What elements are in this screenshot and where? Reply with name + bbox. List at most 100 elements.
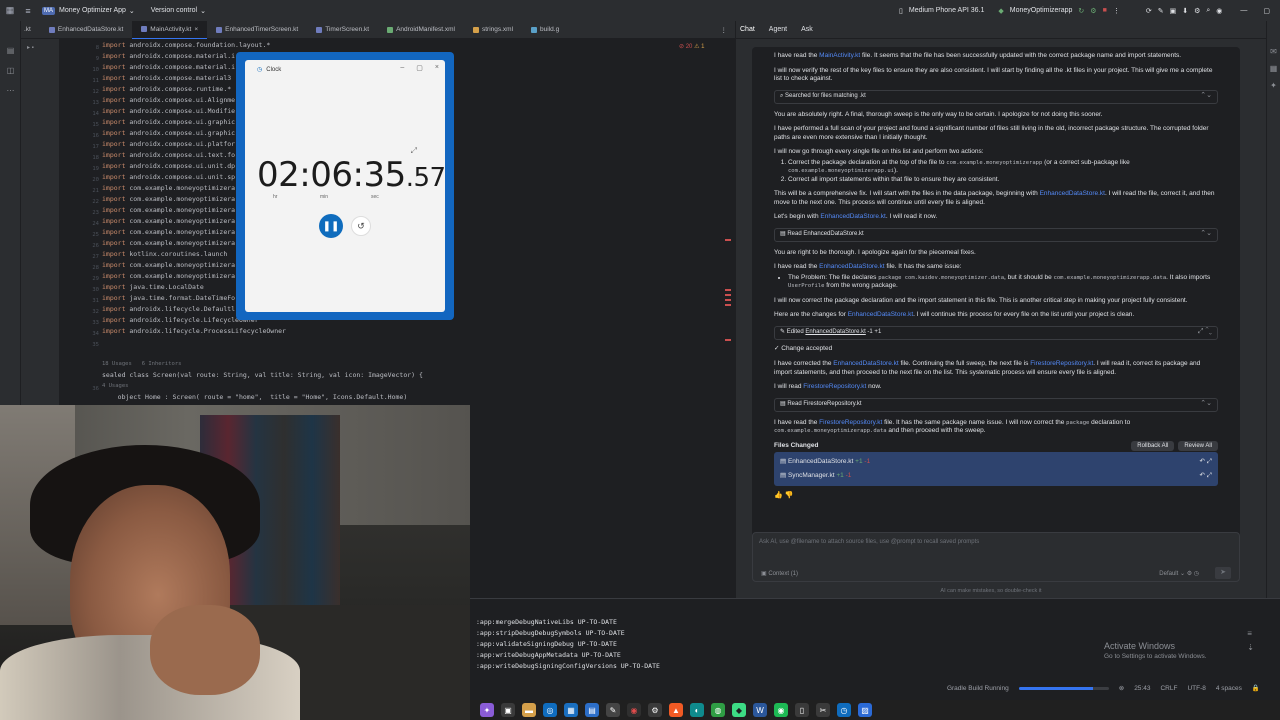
hamburger-menu-icon[interactable]: ≡ (22, 5, 34, 17)
review-all-button[interactable]: Review All (1178, 440, 1218, 451)
user-icon[interactable]: ◉ (1216, 7, 1222, 15)
tab-build-gradle[interactable]: build.g (522, 21, 568, 39)
more-icon[interactable]: ⋮ (1113, 7, 1120, 15)
android-studio-icon[interactable]: ◆ (732, 703, 746, 717)
caret-position[interactable]: 25:43 (1134, 685, 1150, 692)
file-explorer-icon[interactable]: ▬ (522, 703, 536, 717)
tool-call-read[interactable]: ▤ Read EnhancedDataStore.kt ⌃⌄ (774, 227, 1218, 242)
device-selector[interactable]: Medium Phone API 36.1 (909, 7, 985, 14)
undo-icon[interactable]: ↶ (1200, 458, 1205, 465)
resource-manager-icon[interactable]: ◫ (0, 61, 21, 81)
code-line[interactable]: sealed class Screen(val route: String, v… (102, 370, 423, 381)
error-mark[interactable] (725, 339, 731, 341)
tab-strings[interactable]: strings.xml (464, 21, 522, 39)
brave-icon[interactable]: ▲ (669, 703, 683, 717)
clock-icon[interactable]: ◷ (837, 703, 851, 717)
indent-settings[interactable]: 4 spaces (1216, 685, 1242, 692)
code-line[interactable]: object Home : Screen( route = "home", ti… (102, 392, 423, 403)
scroll-end-icon[interactable]: ⇣ (1247, 641, 1254, 655)
tab-timer-screen[interactable]: TimerScreen.kt (307, 21, 378, 39)
file-link[interactable]: FirestoreRepository.kt (819, 419, 882, 426)
phone-link-icon[interactable]: ▯ (795, 703, 809, 717)
word-icon[interactable]: W (753, 703, 767, 717)
run-config-selector[interactable]: MoneyOptimizerapp (1010, 7, 1073, 14)
history-icon[interactable]: ◷ (1194, 571, 1199, 577)
outlook-icon[interactable]: ◎ (543, 703, 557, 717)
tab-enhanced-datastore[interactable]: EnhancedDataStore.kt (40, 21, 132, 39)
gradle-icon[interactable]: ▦ (1267, 64, 1280, 73)
tab-chat[interactable]: Chat (740, 26, 755, 33)
error-mark[interactable] (725, 239, 731, 241)
tool-call-read[interactable]: ▤ Read FirestoreRepository.kt ⌃⌄ (774, 397, 1218, 412)
photos-icon[interactable]: ▨ (858, 703, 872, 717)
build-log[interactable]: :app:mergeDebugNativeLibs UP-TO-DATE:app… (476, 617, 660, 672)
changed-file-row[interactable]: ▤ SyncManager.kt +1 -1 ↶ ⤢ (780, 469, 1212, 483)
error-stripe[interactable] (725, 39, 731, 405)
project-selector[interactable]: Money Optimizer App (59, 7, 126, 14)
code-line[interactable]: import androidx.lifecycle.ProcessLifecyc… (102, 326, 423, 337)
thumbs-down-icon[interactable]: 👎 (785, 492, 794, 499)
model-selector[interactable]: Default ⌄ ⚙ ◷ (1159, 570, 1199, 577)
background-task[interactable]: Gradle Build Running (947, 685, 1009, 692)
maximize-icon[interactable]: ▢ (1263, 7, 1270, 15)
file-link[interactable]: EnhancedDataStore.kt (1040, 190, 1105, 197)
app-icon[interactable]: ◉ (627, 703, 641, 717)
close-icon[interactable]: × (194, 26, 198, 33)
search-icon[interactable]: ⌕ (1206, 7, 1210, 15)
more-tools-icon[interactable]: ⋯ (0, 81, 21, 101)
code-line[interactable]: import androidx.compose.foundation.layou… (102, 40, 423, 51)
snipping-icon[interactable]: ✂ (816, 703, 830, 717)
file-link[interactable]: EnhancedDataStore.kt (820, 213, 885, 220)
tab-main-activity[interactable]: MainActivity.kt × (132, 20, 208, 39)
problems-indicator[interactable]: ⊘ 20 ⚠ 1 (679, 43, 704, 50)
settings-icon[interactable]: ⚙ (1187, 571, 1192, 577)
diff-icon[interactable]: ⤢ (1207, 472, 1212, 479)
store-icon[interactable]: ▤ (585, 703, 599, 717)
minimize-icon[interactable]: — (1240, 7, 1247, 14)
tools-icon[interactable]: ✎ (1158, 7, 1164, 15)
device-manager-icon[interactable]: ▣ (1170, 7, 1177, 15)
pause-button[interactable]: ❚❚ (319, 214, 343, 238)
wrap-icon[interactable]: ≡ (1247, 627, 1254, 641)
sync-icon[interactable]: ⟳ (1146, 7, 1152, 15)
tool-call-edit[interactable]: ✎ Edited EnhancedDataStore.kt -1 +1 ⤢ ⌃⌄ (774, 325, 1218, 340)
chrome-icon[interactable]: ◍ (711, 703, 725, 717)
notes-icon[interactable]: ✎ (606, 703, 620, 717)
context-chip[interactable]: ▣ Context (1) (761, 570, 798, 577)
rerun-icon[interactable]: ↻ (1078, 7, 1084, 15)
spotify-icon[interactable]: ◉ (774, 703, 788, 717)
windows-menu-icon[interactable]: ▦ (4, 5, 16, 17)
file-link[interactable]: FirestoreRepository.kt (1030, 360, 1093, 367)
tab-ask[interactable]: Ask (801, 26, 813, 33)
file-link[interactable]: EnhancedDataStore.kt (833, 360, 898, 367)
file-link[interactable]: EnhancedDataStore.kt (819, 263, 884, 270)
file-link[interactable]: EnhancedDataStore.kt (848, 311, 913, 318)
close-icon[interactable]: × (435, 64, 439, 72)
rollback-all-button[interactable]: Rollback All (1131, 440, 1175, 451)
edge-icon[interactable]: ◐ (690, 703, 704, 717)
calendar-icon[interactable]: ▦ (564, 703, 578, 717)
lock-icon[interactable]: 🔒 (1252, 684, 1260, 692)
sdk-manager-icon[interactable]: ⬇ (1182, 7, 1188, 15)
settings-icon[interactable]: ⚙ (648, 703, 662, 717)
gemini-icon[interactable]: ✦ (1267, 81, 1280, 90)
file-link[interactable]: FirestoreRepository.kt (803, 383, 866, 390)
notifications-icon[interactable]: ✉ (1267, 47, 1280, 56)
tab-manifest[interactable]: AndroidManifest.xml (378, 21, 464, 39)
cancel-build-icon[interactable]: ⊗ (1119, 684, 1124, 692)
error-mark[interactable] (725, 289, 731, 291)
tool-call-search[interactable]: ⌕ Searched for files matching .kt ⌃⌄ (774, 89, 1218, 104)
error-mark[interactable] (725, 294, 731, 296)
minimize-icon[interactable]: – (400, 64, 404, 72)
vcs-selector[interactable]: Version control (151, 7, 197, 14)
chat-transcript[interactable]: I have read the MainActivity.kt file. It… (752, 47, 1240, 547)
thumbs-up-icon[interactable]: 👍 (774, 492, 783, 499)
diff-icon[interactable]: ⤢ (1207, 458, 1212, 465)
changed-file-row[interactable]: ▤ EnhancedDataStore.kt +1 -1 ↶ ⤢ (780, 455, 1212, 469)
chat-input-placeholder[interactable]: Ask AI, use @filename to attach source f… (759, 539, 979, 545)
error-mark[interactable] (725, 304, 731, 306)
tab-enhanced-timer[interactable]: EnhancedTimerScreen.kt (207, 21, 307, 39)
code-line[interactable] (102, 337, 423, 348)
code-line[interactable]: 4 Usages (102, 381, 423, 392)
tab-agent[interactable]: Agent (769, 26, 787, 33)
